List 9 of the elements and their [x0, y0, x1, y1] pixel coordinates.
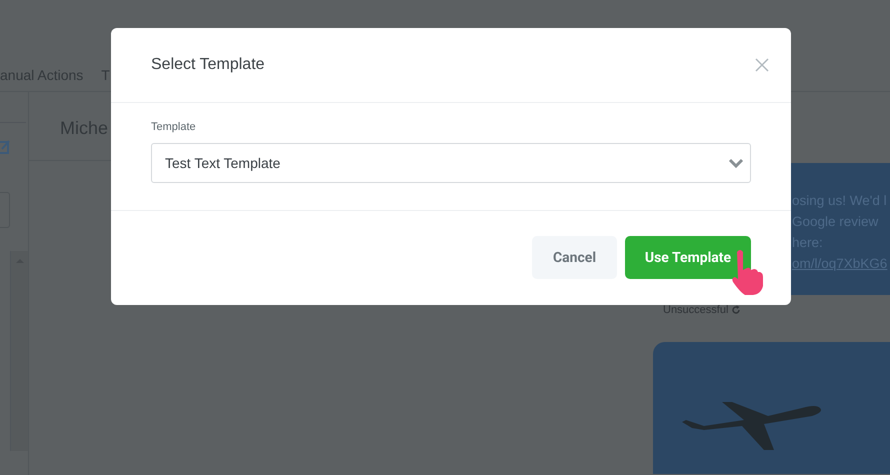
field-label: Template	[151, 121, 196, 133]
close-icon[interactable]	[755, 58, 769, 72]
cancel-button[interactable]: Cancel	[532, 236, 617, 279]
retry-icon[interactable]	[731, 305, 742, 315]
dialog-title: Select Template	[151, 56, 265, 74]
edit-icon[interactable]	[0, 140, 10, 154]
template-dropdown[interactable]: Test Text Template	[151, 143, 751, 183]
hand-cursor-icon	[731, 248, 765, 296]
chevron-down-icon	[728, 158, 744, 168]
